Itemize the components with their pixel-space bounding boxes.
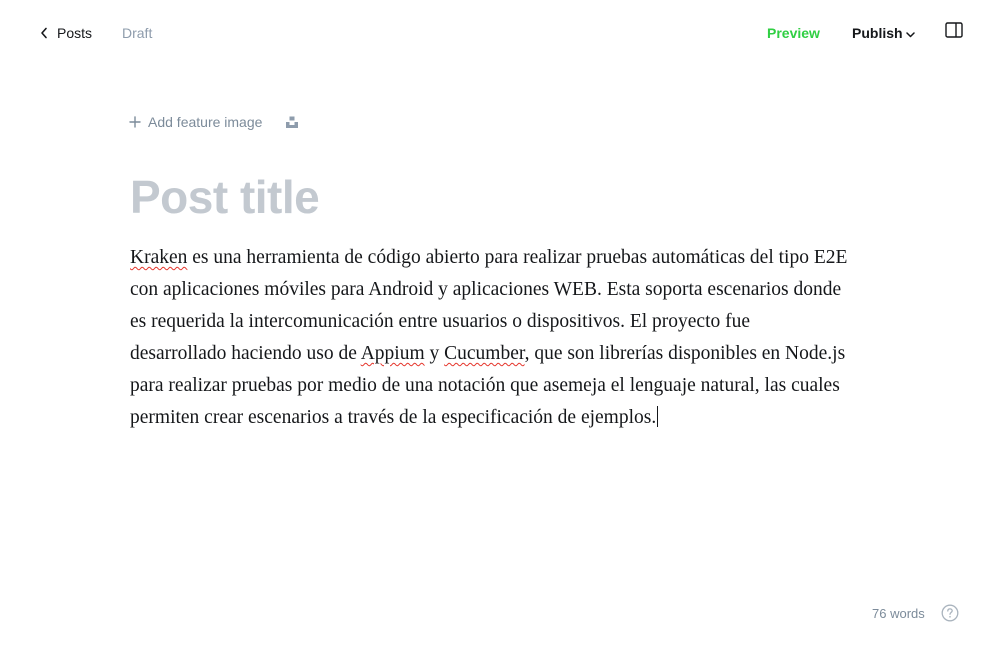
body-text-spellcheck: Cucumber xyxy=(444,343,525,364)
back-to-posts-link[interactable]: Posts xyxy=(40,24,92,42)
editor-header: Posts Draft Preview Publish xyxy=(0,0,1000,66)
body-text-spellcheck: Kraken xyxy=(130,247,188,268)
post-title-input[interactable]: Post title xyxy=(130,170,320,224)
question-circle-icon[interactable] xyxy=(941,604,959,622)
add-feature-image-label: Add feature image xyxy=(148,114,263,130)
chevron-down-icon xyxy=(905,31,915,37)
back-link-label: Posts xyxy=(57,25,93,41)
body-text-spellcheck: Appium xyxy=(360,343,425,364)
unsplash-icon[interactable] xyxy=(285,115,299,129)
post-body-editor[interactable]: Kraken es una herramienta de código abie… xyxy=(130,242,850,434)
add-feature-image-button[interactable]: Add feature image xyxy=(129,114,262,130)
preview-button[interactable]: Preview xyxy=(767,25,820,41)
post-status: Draft xyxy=(122,25,153,41)
sidebar-toggle-icon[interactable] xyxy=(945,22,963,38)
text-cursor xyxy=(657,406,659,427)
word-count: 76 words xyxy=(872,606,925,621)
body-text: y xyxy=(424,343,445,364)
chevron-left-icon xyxy=(41,27,47,39)
publish-dropdown-button[interactable]: Publish xyxy=(852,25,915,41)
plus-icon xyxy=(129,116,141,128)
feature-image-row: Add feature image xyxy=(129,113,299,131)
publish-label: Publish xyxy=(852,25,903,41)
